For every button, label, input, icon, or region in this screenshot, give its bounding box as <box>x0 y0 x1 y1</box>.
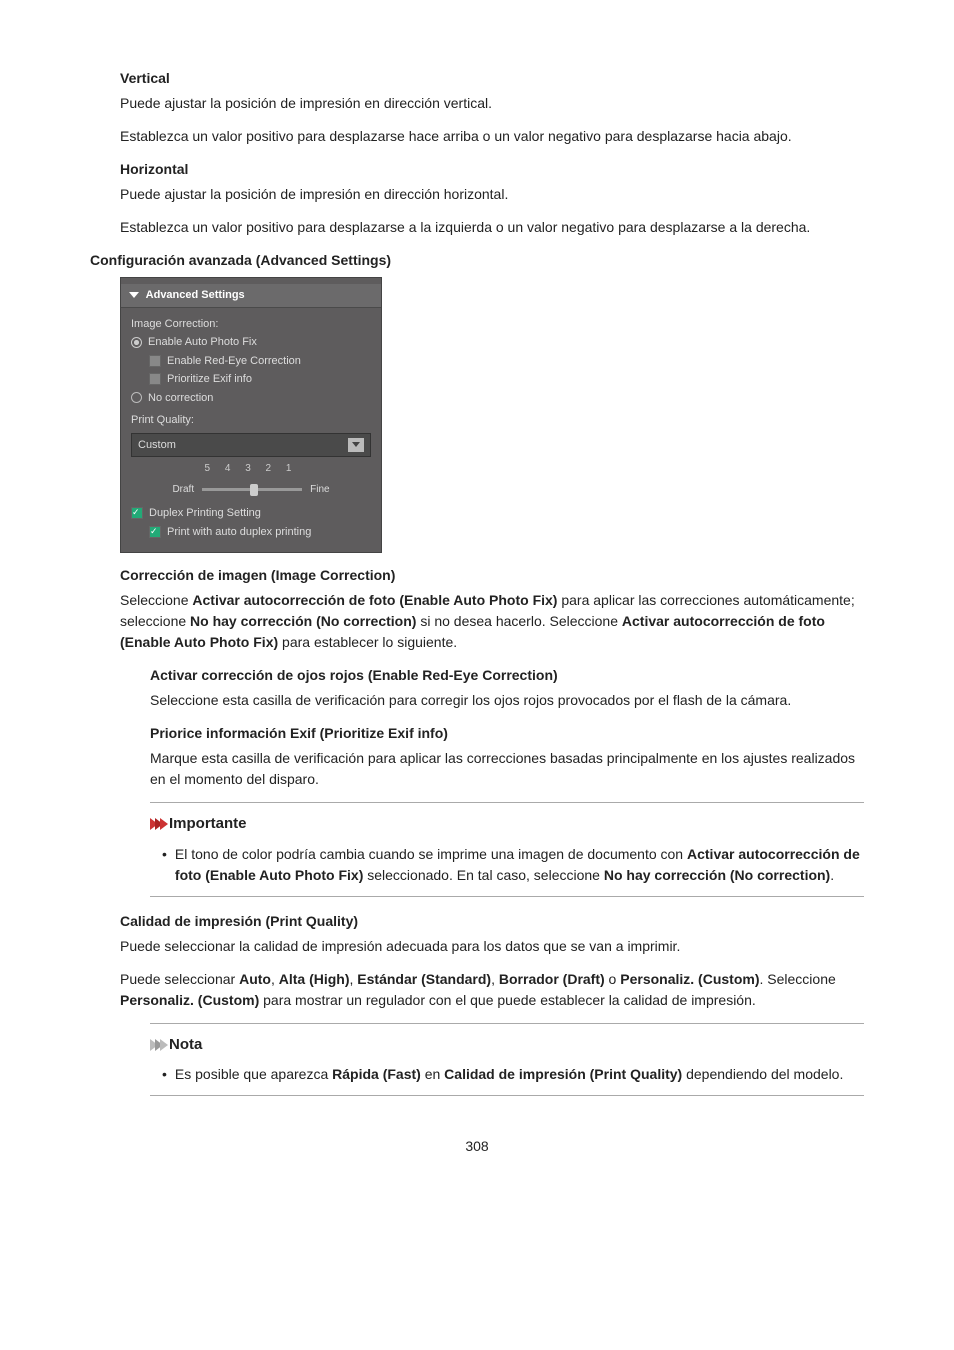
note-icon <box>150 1039 165 1051</box>
panel-title: Advanced Settings <box>146 289 245 301</box>
checkbox-icon <box>149 373 161 385</box>
important-item: • El tono de color podría cambia cuando … <box>162 844 864 886</box>
note-box: Nota • Es posible que aparezca Rápida (F… <box>150 1023 864 1097</box>
slider-thumb <box>250 484 258 496</box>
horizontal-p2: Establezca un valor positivo para despla… <box>120 217 864 238</box>
label-image-correction: Image Correction: <box>131 316 371 333</box>
quality-slider[interactable]: Draft Fine <box>131 482 371 497</box>
heading-vertical: Vertical <box>120 68 864 89</box>
panel-header[interactable]: Advanced Settings <box>121 284 381 308</box>
dropdown-icon <box>348 438 364 452</box>
checkbox-icon <box>131 507 143 519</box>
check-auto-duplex[interactable]: Print with auto duplex printing <box>149 524 371 541</box>
heading-image-correction: Corrección de imagen (Image Correction) <box>120 565 864 586</box>
checkbox-icon <box>149 526 161 538</box>
heading-print-quality: Calidad de impresión (Print Quality) <box>120 911 864 932</box>
checkbox-icon <box>149 355 161 367</box>
select-print-quality[interactable]: Custom <box>131 433 371 458</box>
radio-enable-auto[interactable]: Enable Auto Photo Fix <box>131 334 371 351</box>
heading-advanced: Configuración avanzada (Advanced Setting… <box>90 250 864 271</box>
slider-ticks: 5 4 3 2 1 <box>131 461 371 476</box>
heading-red-eye: Activar corrección de ojos rojos (Enable… <box>150 665 864 686</box>
check-red-eye[interactable]: Enable Red-Eye Correction <box>149 353 371 370</box>
radio-no-correction[interactable]: No correction <box>131 390 371 407</box>
note-header: Nota <box>150 1030 864 1061</box>
print-quality-p2: Puede seleccionar Auto, Alta (High), Est… <box>120 969 864 1011</box>
important-header: Importante <box>150 809 864 840</box>
slider-track <box>202 488 302 491</box>
print-quality-p1: Puede seleccionar la calidad de impresió… <box>120 936 864 957</box>
label-print-quality: Print Quality: <box>131 412 371 429</box>
red-eye-p1: Seleccione esta casilla de verificación … <box>150 690 864 711</box>
important-icon <box>150 818 165 830</box>
radio-icon <box>131 337 142 348</box>
advanced-settings-panel: Advanced Settings Image Correction: Enab… <box>120 277 382 553</box>
exif-p1: Marque esta casilla de verificación para… <box>150 748 864 790</box>
page-number: 308 <box>90 1136 864 1157</box>
horizontal-p1: Puede ajustar la posición de impresión e… <box>120 184 864 205</box>
check-exif[interactable]: Prioritize Exif info <box>149 371 371 388</box>
collapse-icon <box>129 292 139 298</box>
heading-exif: Priorice información Exif (Prioritize Ex… <box>150 723 864 744</box>
heading-horizontal: Horizontal <box>120 159 864 180</box>
note-item: • Es posible que aparezca Rápida (Fast) … <box>162 1064 864 1085</box>
image-correction-p1: Seleccione Activar autocorrección de fot… <box>120 590 864 653</box>
important-box: Importante • El tono de color podría cam… <box>150 802 864 897</box>
check-duplex[interactable]: Duplex Printing Setting <box>131 505 371 522</box>
radio-icon <box>131 392 142 403</box>
vertical-p1: Puede ajustar la posición de impresión e… <box>120 93 864 114</box>
vertical-p2: Establezca un valor positivo para despla… <box>120 126 864 147</box>
